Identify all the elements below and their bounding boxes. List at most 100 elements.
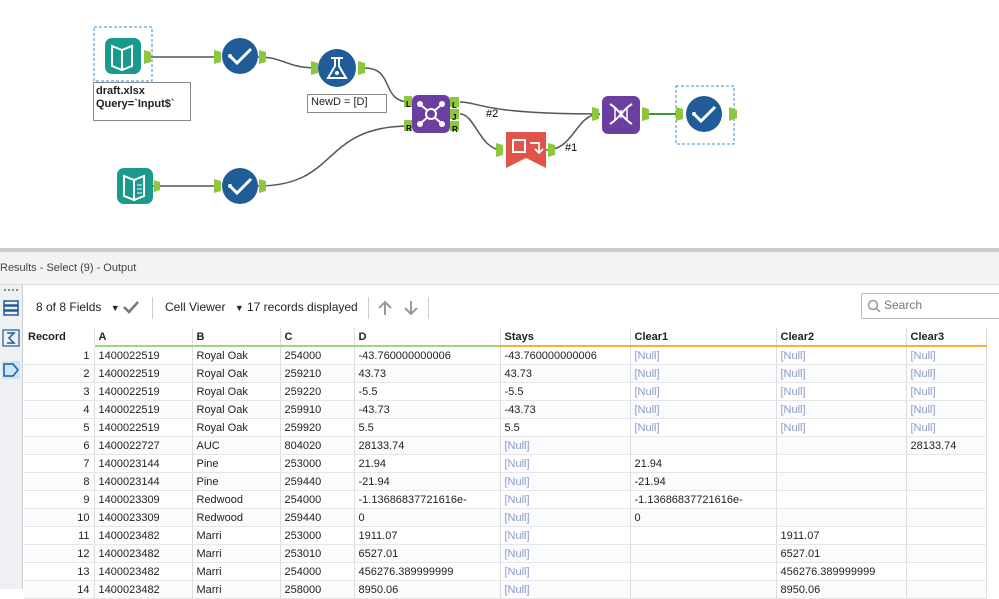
table-cell[interactable]: 0 — [354, 508, 501, 527]
table-cell[interactable]: 1911.07 — [776, 526, 907, 545]
table-cell[interactable]: 259920 — [280, 418, 355, 437]
table-cell[interactable]: 1911.07 — [354, 526, 501, 545]
table-cell[interactable]: [Null] — [776, 418, 907, 437]
table-cell[interactable]: [Null] — [776, 400, 907, 419]
table-cell[interactable] — [630, 436, 777, 455]
table-cell[interactable]: 1400023144 — [94, 472, 193, 491]
table-cell[interactable]: 253010 — [280, 544, 355, 563]
table-cell[interactable] — [906, 454, 987, 473]
table-row[interactable]: 7 1400023144 Pine 253000 21.94 [Null] 21.94 — [24, 454, 987, 473]
fields-selector[interactable]: 8 of 8 Fields ▼ — [36, 300, 120, 314]
table-cell[interactable]: 28133.74 — [354, 436, 501, 455]
table-cell[interactable]: [Null] — [906, 346, 987, 365]
table-cell[interactable] — [630, 580, 777, 599]
table-cell[interactable]: 1400022519 — [94, 346, 193, 365]
table-cell[interactable]: Royal Oak — [192, 382, 281, 401]
table-cell[interactable]: 804020 — [280, 436, 355, 455]
table-cell[interactable]: [Null] — [630, 418, 777, 437]
table-cell[interactable]: 21.94 — [630, 454, 777, 473]
table-cell[interactable]: 253000 — [280, 454, 355, 473]
apply-check-icon[interactable] — [122, 299, 140, 315]
table-cell[interactable]: [Null] — [630, 400, 777, 419]
table-cell[interactable]: 259210 — [280, 364, 355, 383]
table-cell[interactable]: -1.13686837721616e- — [354, 490, 501, 509]
record-number-cell[interactable]: 8 — [24, 472, 95, 491]
column-header-stays[interactable]: Stays — [500, 328, 631, 347]
table-cell[interactable]: -43.760000000006 — [354, 346, 501, 365]
search-input[interactable]: Search — [861, 293, 999, 319]
table-cell[interactable]: [Null] — [906, 364, 987, 383]
table-cell[interactable]: 456276.389999999 — [776, 562, 907, 581]
record-number-cell[interactable]: 12 — [24, 544, 95, 563]
workflow-canvas[interactable]: L R L J R draft.xlsx Query=`Input$` NewD… — [0, 0, 999, 248]
table-cell[interactable]: 43.73 — [500, 364, 631, 383]
record-number-cell[interactable]: 14 — [24, 580, 95, 599]
table-cell[interactable]: [Null] — [776, 346, 907, 365]
table-cell[interactable]: [Null] — [500, 562, 631, 581]
table-cell[interactable]: Marri — [192, 580, 281, 599]
union-tool[interactable] — [592, 96, 649, 134]
table-cell[interactable]: 8950.06 — [776, 580, 907, 599]
table-cell[interactable]: [Null] — [500, 436, 631, 455]
column-header-clear1[interactable]: Clear1 — [630, 328, 777, 347]
table-cell[interactable]: [Null] — [500, 508, 631, 527]
table-cell[interactable]: Redwood — [192, 508, 281, 527]
record-number-cell[interactable]: 4 — [24, 400, 95, 419]
table-row[interactable]: 13 1400023482 Marri 254000 456276.389999999[… — [24, 562, 987, 581]
tag-view-icon[interactable] — [2, 361, 20, 379]
cell-viewer-selector[interactable]: Cell Viewer ▼ — [165, 300, 244, 314]
table-cell[interactable]: 1400022519 — [94, 400, 193, 419]
table-cell[interactable] — [906, 490, 987, 509]
column-header-a[interactable]: A — [94, 328, 193, 347]
table-row[interactable]: 9 1400023309 Redwood 254000 -1.1368683772161… — [24, 490, 987, 509]
table-cell[interactable]: 6527.01 — [354, 544, 501, 563]
table-cell[interactable]: 5.5 — [500, 418, 631, 437]
record-number-cell[interactable]: 9 — [24, 490, 95, 509]
table-cell[interactable]: [Null] — [630, 364, 777, 383]
table-cell[interactable]: 6527.01 — [776, 544, 907, 563]
table-cell[interactable]: [Null] — [906, 418, 987, 437]
column-header-c[interactable]: C — [280, 328, 355, 347]
table-cell[interactable]: 253000 — [280, 526, 355, 545]
grip-handle[interactable] — [4, 289, 18, 293]
record-number-cell[interactable]: 2 — [24, 364, 95, 383]
table-cell[interactable]: Royal Oak — [192, 346, 281, 365]
table-cell[interactable] — [776, 490, 907, 509]
table-cell[interactable]: 259220 — [280, 382, 355, 401]
column-header-clear3[interactable]: Clear3 — [906, 328, 987, 347]
table-cell[interactable]: [Null] — [500, 544, 631, 563]
record-number-cell[interactable]: 7 — [24, 454, 95, 473]
record-number-cell[interactable]: 1 — [24, 346, 95, 365]
column-header-clear2[interactable]: Clear2 — [776, 328, 907, 347]
table-cell[interactable]: 21.94 — [354, 454, 501, 473]
table-cell[interactable] — [906, 544, 987, 563]
table-cell[interactable]: 259440 — [280, 508, 355, 527]
record-number-cell[interactable]: 6 — [24, 436, 95, 455]
table-cell[interactable]: [Null] — [776, 382, 907, 401]
table-cell[interactable]: 456276.389999999 — [354, 562, 501, 581]
table-cell[interactable] — [630, 526, 777, 545]
table-cell[interactable]: -21.94 — [354, 472, 501, 491]
table-cell[interactable] — [776, 472, 907, 491]
table-cell[interactable]: 1400023482 — [94, 526, 193, 545]
record-number-cell[interactable]: 3 — [24, 382, 95, 401]
table-cell[interactable]: 1400023482 — [94, 580, 193, 599]
table-cell[interactable]: 1400022519 — [94, 382, 193, 401]
table-cell[interactable]: Marri — [192, 544, 281, 563]
table-cell[interactable]: 5.5 — [354, 418, 501, 437]
table-cell[interactable]: 1400022727 — [94, 436, 193, 455]
table-cell[interactable]: 254000 — [280, 346, 355, 365]
table-cell[interactable]: [Null] — [500, 472, 631, 491]
table-cell[interactable]: 1400022519 — [94, 364, 193, 383]
table-cell[interactable]: 1400023309 — [94, 490, 193, 509]
column-header-d[interactable]: D — [354, 328, 501, 347]
table-cell[interactable]: Marri — [192, 526, 281, 545]
table-cell[interactable]: Royal Oak — [192, 418, 281, 437]
table-cell[interactable]: [Null] — [906, 382, 987, 401]
table-cell[interactable] — [906, 526, 987, 545]
table-row[interactable]: 3 1400022519 Royal Oak 259220 -5.5 -5.5 [Null]… — [24, 382, 987, 401]
table-cell[interactable]: [Null] — [500, 580, 631, 599]
join-tool[interactable] — [404, 95, 459, 133]
table-cell[interactable]: [Null] — [500, 490, 631, 509]
table-cell[interactable] — [630, 544, 777, 563]
